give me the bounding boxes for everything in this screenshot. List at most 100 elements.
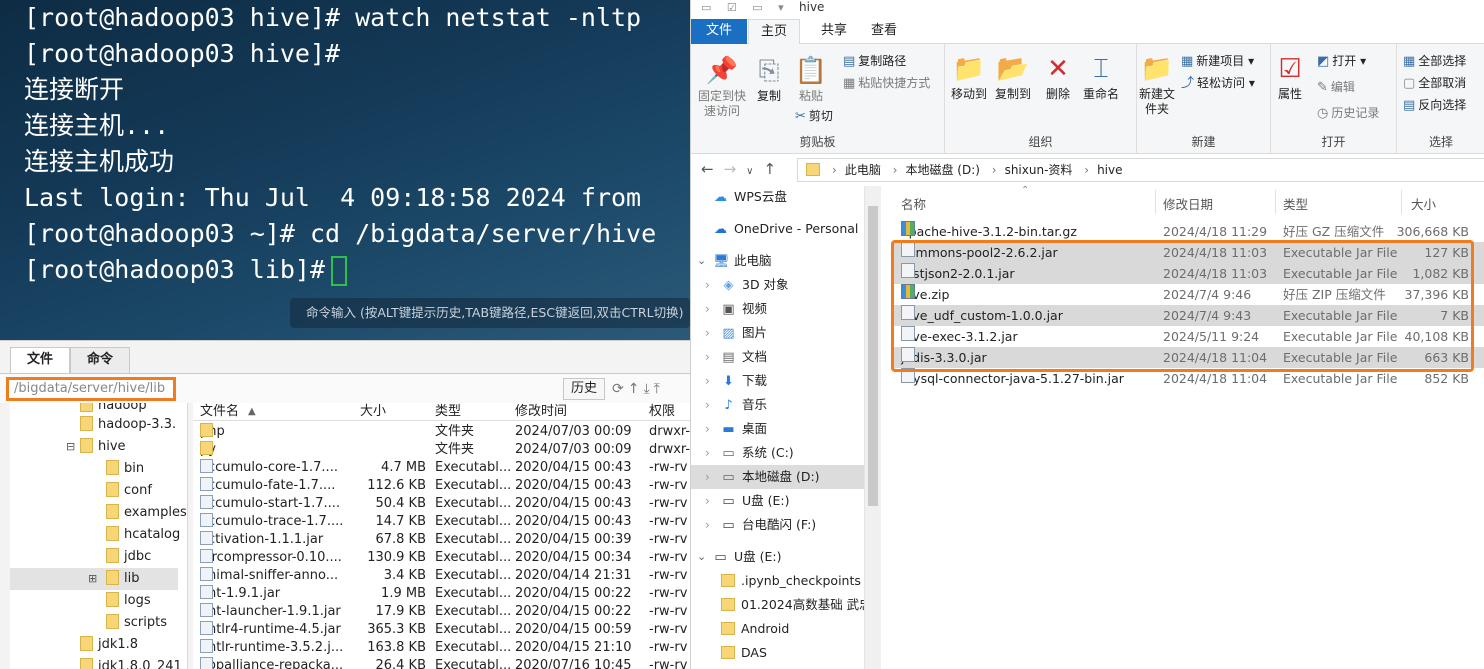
tree-item-examples[interactable]: examples — [106, 502, 187, 524]
nav-item[interactable]: ☁ OneDrive - Personal — [691, 217, 864, 241]
chevron-right-icon[interactable]: › — [705, 513, 710, 537]
col-file-type[interactable]: 类型 — [1283, 194, 1308, 213]
select-none-button[interactable]: ▢ 全部取消 — [1403, 75, 1466, 92]
breadcrumb-this-pc[interactable]: 此电脑 — [845, 163, 881, 177]
nav-item[interactable]: ⌄ ▭ U盘 (E:) — [691, 545, 864, 569]
table-row[interactable]: antlr-runtime-3.5.2.j... 163.8 KB Executab… — [193, 639, 690, 657]
col-size[interactable]: 大小 — [360, 403, 386, 421]
new-item-button[interactable]: ▦ 新建项目 ▾ — [1181, 53, 1254, 70]
table-row[interactable]: animal-sniffer-anno... 3.4 KB Executabl...… — [193, 567, 690, 585]
column-divider[interactable] — [1275, 190, 1276, 214]
table-row[interactable]: php 文件夹 2024/07/03 00:09 drwxr- — [193, 423, 690, 441]
nav-item[interactable]: › ▭ U盘 (E:) — [691, 489, 864, 513]
table-row[interactable]: ant-launcher-1.9.1.jar 17.9 KB Executabl..… — [193, 603, 690, 621]
chevron-right-icon[interactable]: › — [705, 489, 710, 513]
chevron-down-icon[interactable]: ⌄ — [697, 249, 706, 273]
chevron-right-icon[interactable]: › — [705, 417, 710, 441]
chevron-right-icon[interactable]: › — [705, 345, 710, 369]
forward-arrow-icon[interactable]: → — [724, 160, 747, 178]
download-icon[interactable]: ⤓ — [643, 381, 653, 397]
tree-item-logs[interactable]: logs — [106, 590, 151, 612]
sftp-toolbar-icons[interactable]: ⟳↑⤓⤒ — [612, 381, 664, 397]
nav-item[interactable]: › ♪ 音乐 — [691, 393, 864, 417]
nav-item[interactable]: ☁ WPS云盘 — [691, 186, 864, 209]
nav-item[interactable]: › ▤ 文档 — [691, 345, 864, 369]
tab-commands[interactable]: 命令 — [70, 347, 130, 373]
tree-item-scripts[interactable]: scripts — [106, 612, 167, 634]
sftp-directory-tree[interactable]: hadoop hadoop-3.3. ⊟ hive bin conf examp… — [10, 403, 188, 669]
select-all-button[interactable]: ▦ 全部选择 — [1403, 53, 1466, 70]
tab-view[interactable]: 查看 — [859, 19, 909, 44]
breadcrumb-drive-d[interactable]: 本地磁盘 (D:) — [905, 163, 979, 177]
pin-to-quick-access-button[interactable]: 📌 固定到快速访问 — [697, 56, 747, 119]
copy-to-button[interactable]: 📂 复制到 — [993, 54, 1033, 102]
nav-item[interactable]: › ▣ 视频 — [691, 297, 864, 321]
command-input-hint[interactable]: 命令输入 (按ALT键提示历史,TAB键路径,ESC键返回,双击CTRL切换) — [290, 298, 690, 328]
file-row[interactable]: apache-hive-3.1.2-bin.tar.gz 2024/4/18 11… — [891, 221, 1484, 242]
properties-button[interactable]: ☑ 属性 — [1273, 54, 1307, 102]
tree-item-hadoop-3[interactable]: hadoop-3.3. — [80, 414, 176, 436]
up-icon[interactable]: ↑ — [628, 381, 644, 397]
edit-button[interactable]: ✎ 编辑 — [1317, 79, 1355, 96]
nav-item[interactable]: .ipynb_checkpoints — [691, 569, 864, 593]
recent-chevron-icon[interactable]: ∨ — [746, 166, 763, 177]
col-modified-date[interactable]: 修改日期 — [1163, 194, 1213, 213]
navigation-pane[interactable]: ☁ WPS云盘 ☁ OneDrive - Personal ⌄ 🖥 此电脑 › ◈ 3D 对象 › ▣… — [691, 186, 864, 669]
nav-item[interactable]: › ▭ 台电酷闪 (F:) — [691, 513, 864, 537]
sftp-file-list[interactable]: 文件名 ▲ 大小 类型 修改时间 权限 php 文件夹 2024/07/03 00:… — [193, 403, 690, 669]
tree-item-jdbc[interactable]: jdbc — [106, 546, 151, 568]
tree-item-jdk180[interactable]: jdk1.8.0_241 — [80, 656, 182, 669]
copy-button[interactable]: ⎘ 复制 — [751, 56, 787, 104]
paste-button[interactable]: 📋 粘贴 — [791, 56, 831, 104]
chevron-right-icon[interactable]: › — [705, 297, 710, 321]
col-filename[interactable]: 文件名 — [200, 403, 239, 421]
breadcrumb-shixun[interactable]: shixun-资料 — [1005, 163, 1073, 177]
table-row[interactable]: py 文件夹 2024/07/03 00:09 drwxr- — [193, 441, 690, 459]
delete-button[interactable]: ✕ 删除 — [1041, 54, 1075, 102]
history-record-button[interactable]: ◷ 历史记录 — [1317, 105, 1379, 122]
scrollbar-thumb[interactable] — [868, 206, 878, 506]
col-permissions[interactable]: 权限 — [649, 403, 675, 421]
invert-selection-button[interactable]: ▤ 反向选择 — [1403, 97, 1466, 114]
collapse-icon[interactable]: ⊟ — [66, 440, 75, 453]
cut-button[interactable]: ✂ 剪切 — [795, 108, 833, 125]
expand-icon[interactable]: ⊞ — [88, 572, 97, 585]
upload-icon[interactable]: ⤒ — [654, 381, 664, 397]
column-divider[interactable] — [1401, 190, 1402, 214]
table-row[interactable]: accumulo-fate-1.7.... 112.6 KB Executabl..… — [193, 477, 690, 495]
column-divider[interactable] — [1155, 190, 1156, 214]
table-row[interactable]: antlr4-runtime-4.5.jar 365.3 KB Executabl.… — [193, 621, 690, 639]
breadcrumb-hive[interactable]: hive — [1097, 163, 1122, 177]
tab-file[interactable]: 文件 — [691, 19, 747, 44]
chevron-right-icon[interactable]: › — [705, 393, 710, 417]
tree-item-hcatalog[interactable]: hcatalog — [106, 524, 180, 546]
up-arrow-icon[interactable]: ↑ — [763, 160, 786, 178]
table-row[interactable]: accumulo-core-1.7.... 4.7 MB Executabl... 2… — [193, 459, 690, 477]
table-row[interactable]: activation-1.1.1.jar 67.8 KB Executabl... 2… — [193, 531, 690, 549]
refresh-icon[interactable]: ⟳ — [612, 381, 628, 397]
rename-button[interactable]: ⌶ 重命名 — [1079, 54, 1123, 102]
nav-item[interactable]: › ▨ 图片 — [691, 321, 864, 345]
tab-home[interactable]: 主页 — [748, 19, 800, 44]
nav-item[interactable]: › ▭ 本地磁盘 (D:) — [691, 465, 864, 489]
terminal-pane[interactable]: [root@hadoop03 hive]# watch netstat -nlt… — [0, 0, 690, 340]
table-row[interactable]: accumulo-trace-1.7.... 14.7 KB Executabl..… — [193, 513, 690, 531]
nav-item[interactable]: ⌄ 🖥 此电脑 — [691, 249, 864, 273]
nav-item[interactable]: Android — [691, 617, 864, 641]
nav-item[interactable]: 01.2024高数基础 武忠 — [691, 593, 864, 617]
chevron-right-icon[interactable]: › — [705, 273, 710, 297]
terminal-prompt-line[interactable]: [root@hadoop03 lib]# — [24, 252, 656, 288]
tab-share[interactable]: 共享 — [809, 19, 859, 44]
nav-item[interactable]: DAS — [691, 641, 864, 665]
table-row[interactable]: ant-1.9.1.jar 1.9 MB Executabl... 2020/04/1… — [193, 585, 690, 603]
tab-files[interactable]: 文件 — [10, 347, 70, 373]
table-row[interactable]: accumulo-start-1.7.... 50.4 KB Executabl..… — [193, 495, 690, 513]
copy-path-button[interactable]: ▤ 复制路径 — [843, 53, 906, 70]
history-button[interactable]: 历史 — [563, 378, 605, 400]
back-arrow-icon[interactable]: ← — [701, 160, 724, 178]
paste-shortcut-button[interactable]: ▦ 粘贴快捷方式 — [843, 75, 930, 92]
new-folder-button[interactable]: 📁 新建文件夹 — [1139, 54, 1175, 117]
chevron-right-icon[interactable]: › — [705, 321, 710, 345]
nav-item[interactable]: › ◈ 3D 对象 — [691, 273, 864, 297]
nav-item[interactable]: › ▭ 系统 (C:) — [691, 441, 864, 465]
